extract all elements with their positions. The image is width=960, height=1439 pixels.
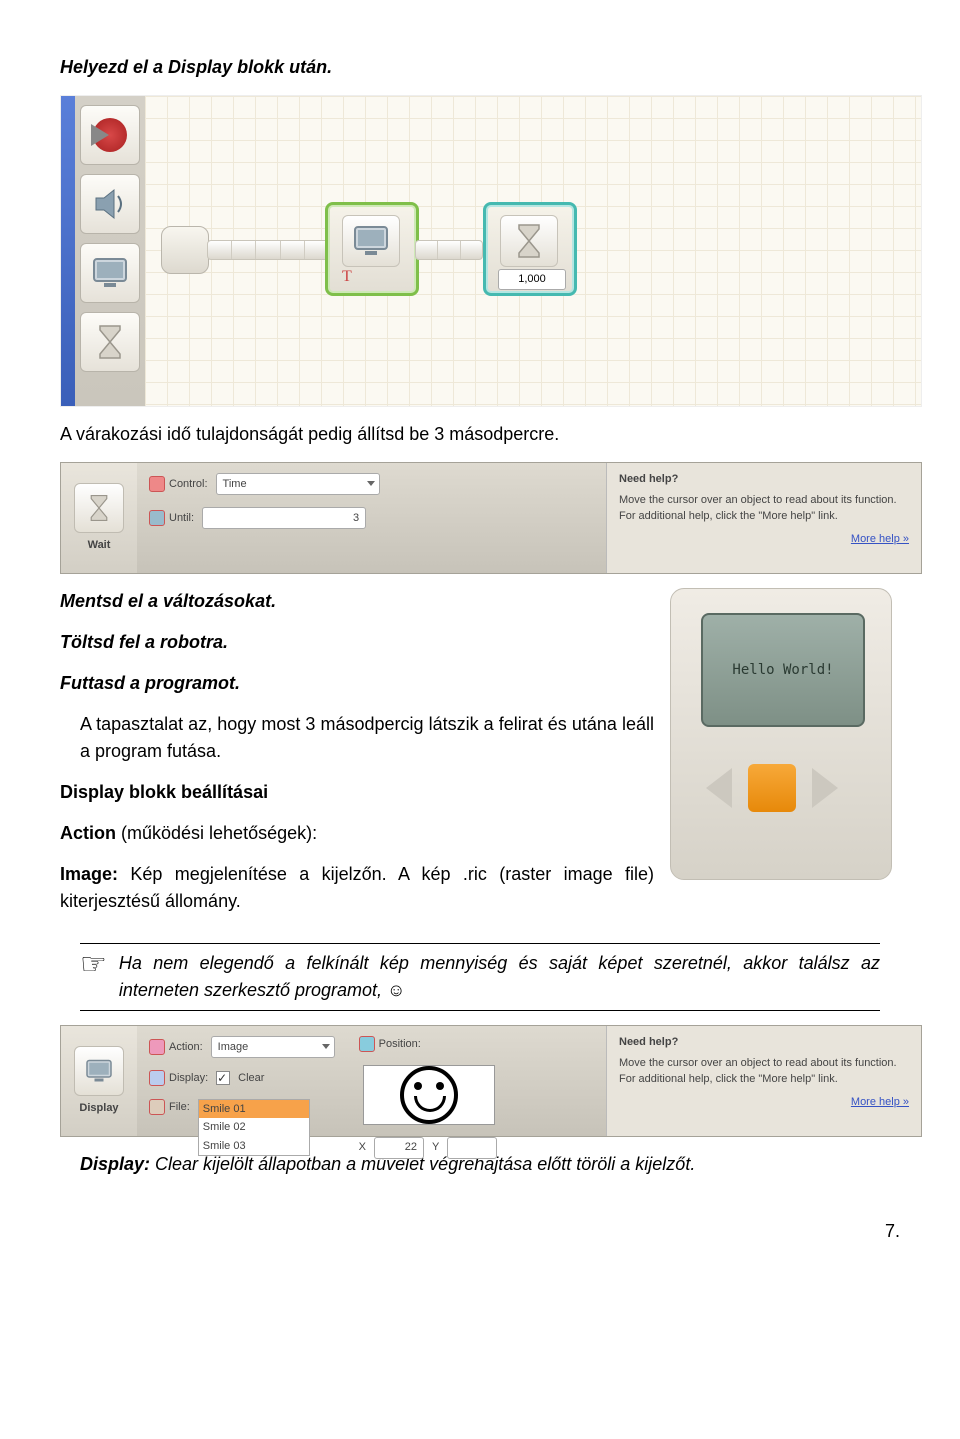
position-label: Position: <box>379 1036 421 1053</box>
hand-note-text: Ha nem elegendő a felkínált kép mennyisé… <box>119 950 880 1004</box>
palette-wait-button[interactable] <box>80 312 140 372</box>
file-label: File: <box>169 1099 190 1116</box>
nxt-brick-photo: Hello World! <box>670 588 900 890</box>
page-number: 7. <box>60 1218 900 1245</box>
brick-right-button <box>812 768 838 808</box>
wait-block[interactable]: 1,000 <box>483 202 577 296</box>
help-title: Need help? <box>619 1034 909 1051</box>
monitor-icon <box>353 225 389 257</box>
panel-block-icon: Wait <box>61 463 137 573</box>
panel-block-icon: Display <box>61 1026 137 1136</box>
help-title: Need help? <box>619 471 909 488</box>
palette-move-button[interactable] <box>80 105 140 165</box>
hourglass-icon <box>515 223 543 259</box>
y-input[interactable] <box>447 1137 497 1159</box>
wait-value-field[interactable]: 1,000 <box>498 269 566 290</box>
file-list[interactable]: Smile 01 Smile 02 Smile 03 <box>198 1099 310 1157</box>
hourglass-icon <box>96 324 124 360</box>
image-text: Kép megjelenítése a kijelzőn. A kép .ric… <box>60 864 654 911</box>
control-label: Control: <box>169 476 208 493</box>
display-explanation-label: Display: <box>80 1154 150 1174</box>
sequence-beam <box>207 240 329 260</box>
display-icon <box>149 1070 165 1086</box>
play-icon <box>91 124 109 146</box>
hourglass-icon <box>88 494 110 522</box>
wait-config-panel: Wait Control: Time Until: 3 Need help? M… <box>60 462 922 574</box>
x-input[interactable]: 22 <box>374 1137 424 1159</box>
action-label: Action: <box>169 1039 203 1056</box>
image-label: Image: <box>60 864 118 884</box>
action-label: Action <box>60 823 116 843</box>
action-text: (működési lehetőségek): <box>116 823 317 843</box>
position-icon <box>359 1036 375 1052</box>
brick-left-button <box>706 768 732 808</box>
action-icon <box>149 1039 165 1055</box>
panel-block-label: Display <box>79 1100 118 1117</box>
help-pane: Need help? Move the cursor over an objec… <box>606 463 921 573</box>
file-icon <box>149 1099 165 1115</box>
control-icon <box>149 476 165 492</box>
y-label: Y <box>432 1139 439 1156</box>
programming-canvas[interactable]: T 1,000 <box>145 96 921 406</box>
action-dropdown[interactable]: Image <box>211 1036 335 1058</box>
nxt-program-canvas: T 1,000 <box>60 95 922 407</box>
hand-note: ☞ Ha nem elegendő a felkínált kép mennyi… <box>80 943 880 1011</box>
clear-checkbox[interactable] <box>216 1071 230 1085</box>
control-dropdown[interactable]: Time <box>216 473 380 495</box>
until-input[interactable]: 3 <box>202 507 366 529</box>
palette-display-button[interactable] <box>80 243 140 303</box>
brick-enter-button <box>748 764 796 812</box>
image-preview <box>363 1065 495 1125</box>
monitor-icon <box>85 1059 113 1083</box>
more-help-link[interactable]: More help » <box>619 1094 909 1111</box>
clear-label: Clear <box>238 1070 264 1087</box>
list-item[interactable]: Smile 01 <box>199 1100 309 1119</box>
instruction-heading: Helyezd el a Display blokk után. <box>60 54 900 81</box>
speaker-icon <box>90 184 130 224</box>
until-label: Until: <box>169 510 194 527</box>
display-block[interactable]: T <box>325 202 419 296</box>
hand-icon: ☞ <box>80 950 107 980</box>
list-item[interactable]: Smile 03 <box>199 1137 309 1156</box>
help-text: Move the cursor over an object to read a… <box>619 492 909 525</box>
sequence-beam <box>415 240 483 260</box>
display-config-panel: Display Action: Image Display: Clear Fil… <box>60 1025 922 1137</box>
palette-sound-button[interactable] <box>80 174 140 234</box>
block-palette <box>75 96 145 406</box>
monitor-icon <box>92 257 128 289</box>
start-block[interactable] <box>161 226 209 274</box>
x-label: X <box>359 1139 366 1156</box>
help-pane: Need help? Move the cursor over an objec… <box>606 1026 921 1136</box>
list-item[interactable]: Smile 02 <box>199 1118 309 1137</box>
panel-block-label: Wait <box>88 537 111 554</box>
text-tag-icon: T <box>342 265 352 289</box>
more-help-link[interactable]: More help » <box>619 531 909 548</box>
brick-screen: Hello World! <box>701 613 865 727</box>
smiley-icon <box>400 1066 458 1124</box>
until-icon <box>149 510 165 526</box>
instruction-text: A várakozási idő tulajdonságát pedig áll… <box>60 421 900 448</box>
window-scrollbar <box>61 96 75 406</box>
help-text: Move the cursor over an object to read a… <box>619 1055 909 1088</box>
display-clear-label: Display: <box>169 1070 208 1087</box>
